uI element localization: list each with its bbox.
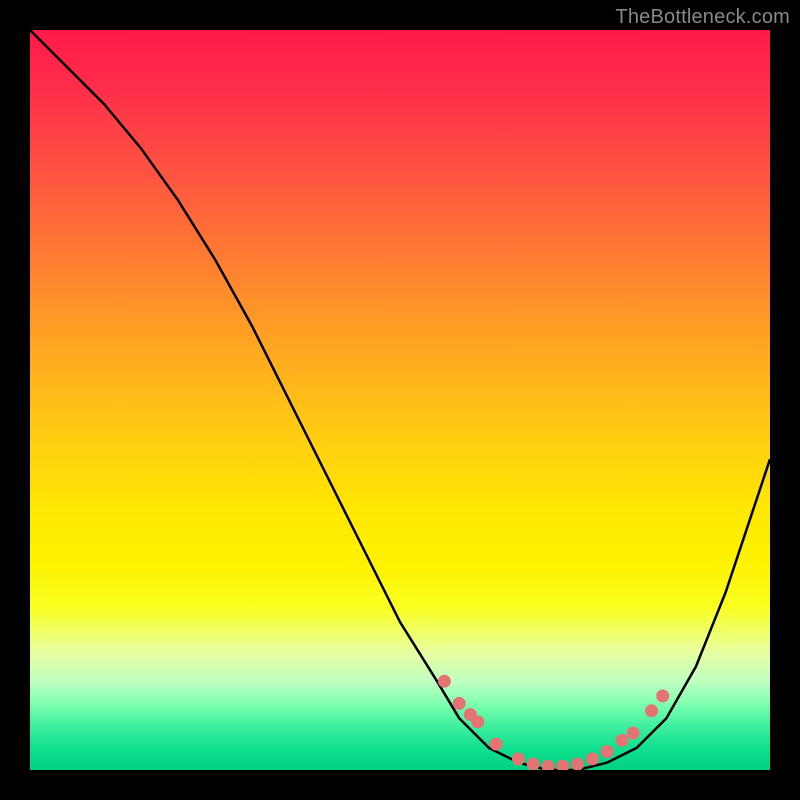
data-point [645,704,658,717]
scatter-points [438,675,669,770]
data-point [627,727,640,740]
chart-container: TheBottleneck.com [0,0,800,800]
data-point [601,745,614,758]
data-point [527,758,540,770]
data-point [656,690,669,703]
bottleneck-curve [30,30,770,770]
data-point [438,675,451,688]
data-point [490,738,503,751]
data-point [542,760,555,770]
data-point [586,752,599,765]
watermark-text: TheBottleneck.com [615,6,790,29]
data-point [556,760,569,770]
data-point [512,752,525,765]
chart-svg [30,30,770,770]
data-point [471,715,484,728]
data-point [571,758,584,770]
data-point [616,734,629,747]
data-point [453,697,466,710]
